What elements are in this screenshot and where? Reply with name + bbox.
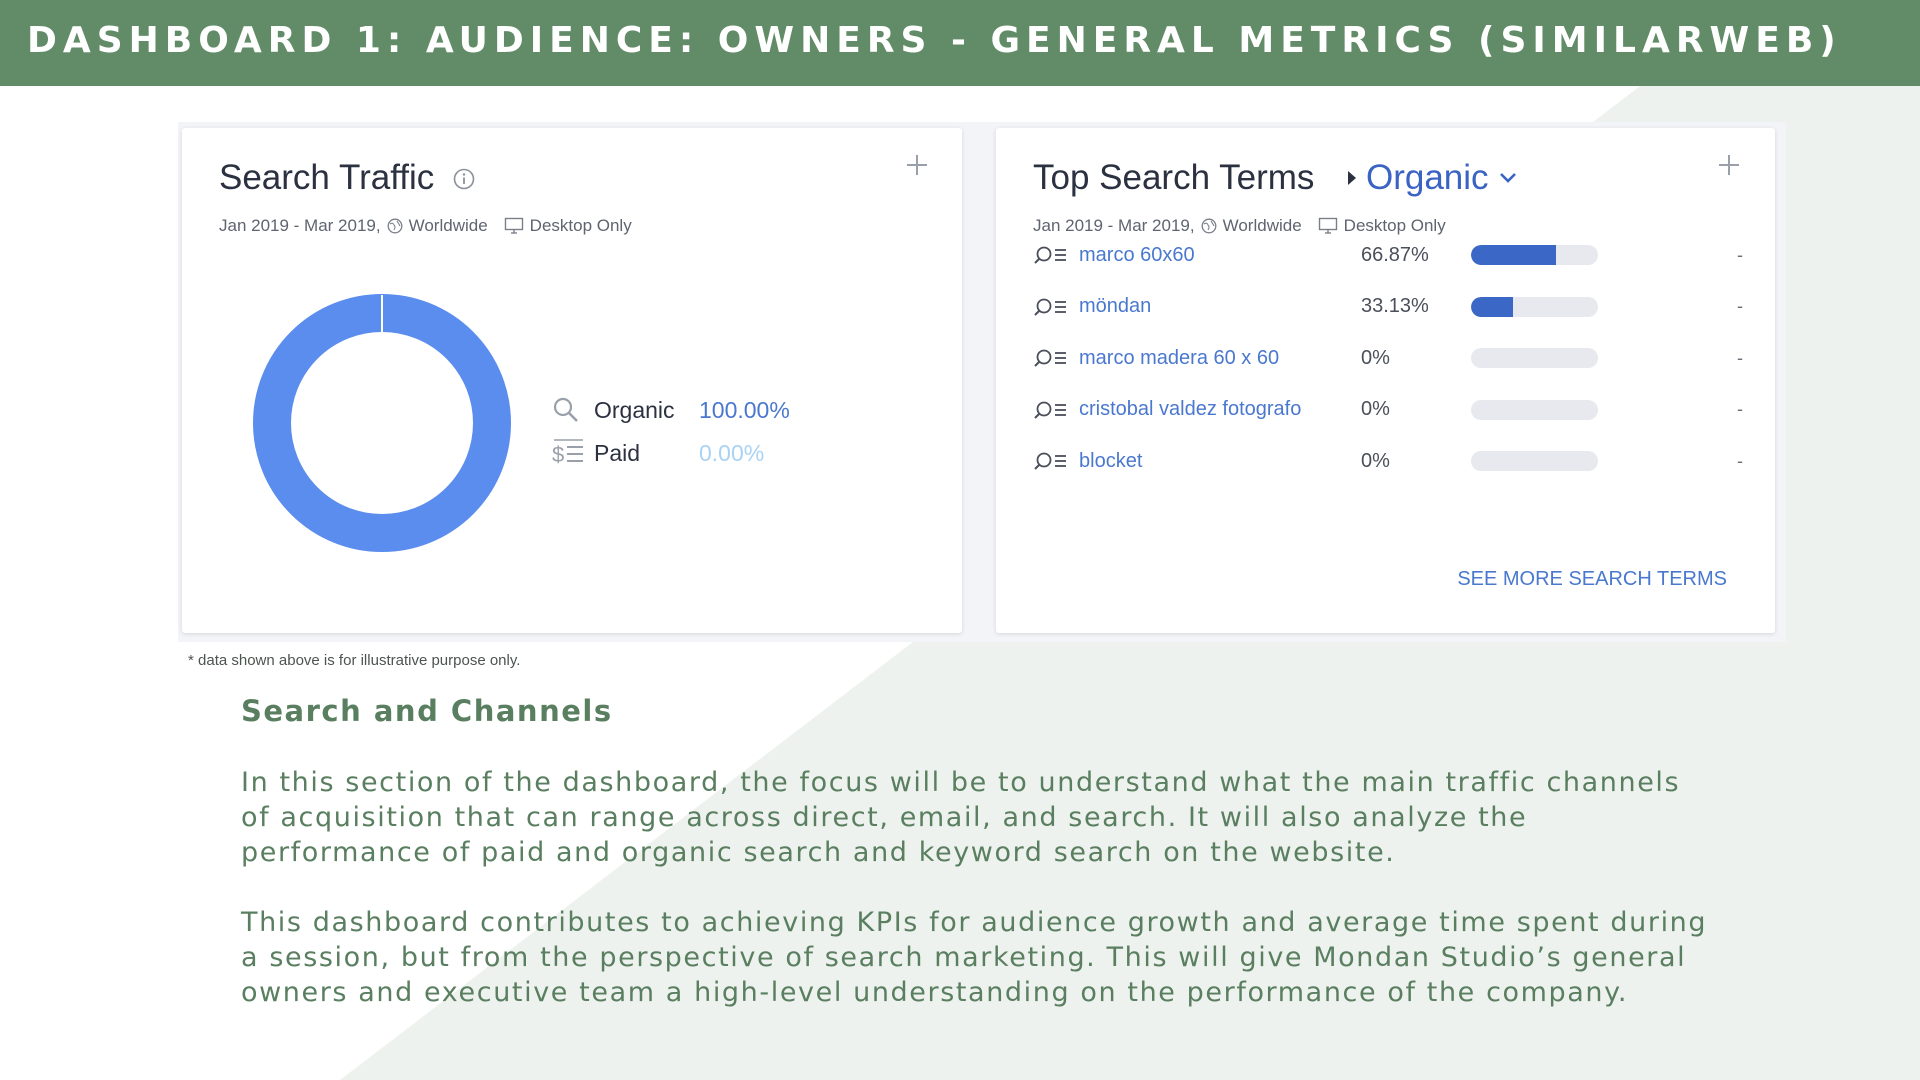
search-traffic-title: Search Traffic	[219, 158, 435, 197]
page-title: DASHBOARD 1: AUDIENCE: OWNERS - GENERAL …	[27, 20, 1842, 61]
section-heading: Search and Channels	[241, 694, 613, 728]
search-term-share-bar-fill	[1471, 296, 1514, 317]
search-term-share-bar	[1471, 399, 1598, 420]
legend-label-paid: Paid	[594, 439, 641, 466]
search-traffic-meta: Jan 2019 - Mar 2019, Worldwide Desktop O…	[219, 216, 632, 236]
legend-label-organic: Organic	[594, 396, 675, 423]
search-icon	[553, 397, 578, 422]
top-search-terms-card: Top Search Terms Organic Jan 2019 - Mar …	[996, 128, 1775, 633]
search-traffic-donut-chart	[253, 294, 511, 552]
caret-right-icon	[1348, 171, 1356, 185]
search-term-row[interactable]: cristobal valdez fotografo 0% -	[1033, 395, 1743, 425]
search-term-share-bar	[1471, 451, 1598, 471]
desktop-icon	[1318, 217, 1337, 234]
search-term-change: -	[1737, 399, 1743, 419]
region-label: Worldwide	[408, 216, 488, 235]
svg-text:$: $	[552, 442, 564, 467]
search-term-name[interactable]: marco madera 60 x 60	[1079, 347, 1361, 370]
date-range: Jan 2019 - Mar 2019,	[219, 216, 381, 235]
top-search-terms-meta: Jan 2019 - Mar 2019, Worldwide Desktop O…	[1033, 216, 1446, 236]
legend-value-paid: 0.00%	[699, 439, 765, 466]
search-term-name[interactable]: cristobal valdez fotografo	[1079, 398, 1361, 421]
search-term-name[interactable]: blocket	[1079, 450, 1361, 473]
search-term-share: 0%	[1361, 449, 1390, 472]
search-term-change: -	[1737, 244, 1743, 265]
globe-icon	[387, 218, 403, 234]
search-term-row[interactable]: marco 60x60 66.87% -	[1033, 240, 1743, 270]
search-term-name[interactable]: marco 60x60	[1079, 244, 1361, 267]
globe-icon	[1201, 218, 1217, 234]
search-traffic-card: Search Traffic Jan 2019 - Mar 2019, Worl…	[182, 128, 962, 633]
paid-search-icon: $	[552, 439, 583, 467]
header-banner: DASHBOARD 1: AUDIENCE: OWNERS - GENERAL …	[0, 0, 1920, 86]
legend-value-organic: 100.00%	[699, 396, 790, 423]
search-term-share-bar	[1471, 296, 1598, 317]
illustrative-footnote: * data shown above is for illustrative p…	[188, 652, 521, 669]
top-search-terms-title: Top Search Terms	[1033, 158, 1315, 197]
keyword-search-icon	[1034, 452, 1066, 470]
search-term-share: 0%	[1361, 398, 1390, 420]
search-term-change: -	[1737, 296, 1743, 316]
legend-paid: $ Paid 0.00%	[552, 438, 764, 468]
search-term-share: 33.13%	[1361, 295, 1429, 317]
search-term-name[interactable]: möndan	[1079, 295, 1361, 318]
search-term-share-bar	[1471, 245, 1598, 265]
plus-icon[interactable]	[904, 152, 930, 178]
info-icon[interactable]	[453, 168, 475, 190]
search-term-row[interactable]: marco madera 60 x 60 0% -	[1033, 343, 1743, 373]
section-paragraph-2: This dashboard contributes to achieving …	[241, 907, 1708, 1008]
search-term-share-bar-fill	[1471, 245, 1556, 265]
search-term-row[interactable]: blocket 0% -	[1033, 446, 1743, 476]
organic-filter-dropdown[interactable]: Organic	[1346, 158, 1519, 198]
search-term-share: 66.87%	[1361, 243, 1429, 266]
keyword-search-icon	[1034, 246, 1066, 264]
keyword-search-icon	[1034, 349, 1066, 367]
keyword-search-icon	[1034, 401, 1066, 419]
dropdown-selected-value: Organic	[1366, 158, 1489, 197]
donut-organic-segment	[253, 294, 511, 552]
see-more-search-terms-link[interactable]: SEE MORE SEARCH TERMS	[1457, 568, 1727, 591]
search-term-row[interactable]: möndan 33.13% -	[1033, 292, 1743, 322]
legend-organic: Organic 100.00%	[552, 396, 790, 424]
device-label: Desktop Only	[1343, 216, 1446, 235]
search-term-change: -	[1737, 347, 1743, 368]
desktop-icon	[504, 217, 523, 234]
section-paragraph-1: In this section of the dashboard, the fo…	[241, 767, 1681, 868]
region-label: Worldwide	[1222, 216, 1302, 235]
chevron-down-icon	[1499, 173, 1516, 183]
search-term-share: 0%	[1361, 346, 1390, 369]
search-term-change: -	[1737, 450, 1743, 471]
search-term-share-bar	[1471, 348, 1598, 368]
date-range: Jan 2019 - Mar 2019,	[1033, 216, 1195, 235]
plus-icon[interactable]	[1716, 152, 1742, 178]
keyword-search-icon	[1034, 298, 1066, 316]
device-label: Desktop Only	[529, 216, 632, 235]
